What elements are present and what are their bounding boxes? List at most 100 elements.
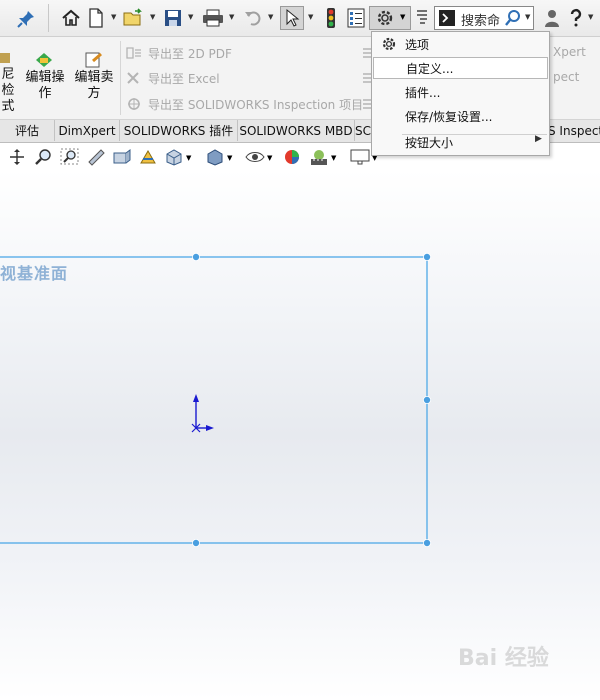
menu-item-label: 保存/恢复设置... bbox=[405, 110, 493, 124]
ribbon-separator bbox=[120, 41, 121, 115]
gear-icon bbox=[382, 37, 396, 51]
save-button[interactable] bbox=[162, 6, 184, 30]
ribbon-label: 编辑卖 bbox=[74, 70, 114, 85]
chevron-down-icon[interactable]: ▼ bbox=[268, 13, 273, 21]
search-scope-icon bbox=[417, 10, 427, 24]
export-excel-item: 导出至 Excel bbox=[148, 72, 220, 86]
rebuild-button[interactable] bbox=[322, 6, 340, 30]
file-properties-button[interactable] bbox=[346, 6, 366, 30]
select-button[interactable] bbox=[280, 6, 304, 30]
print-button[interactable] bbox=[201, 6, 225, 30]
search-scope-button[interactable] bbox=[413, 6, 431, 30]
ribbon-label: 方 bbox=[87, 86, 101, 101]
chevron-down-icon[interactable]: ▼ bbox=[331, 154, 336, 162]
menu-item-label: 自定义... bbox=[406, 62, 454, 76]
chevron-down-icon[interactable]: ▼ bbox=[150, 13, 155, 21]
pan-arrows-icon[interactable] bbox=[8, 148, 26, 170]
plane-handle[interactable] bbox=[191, 538, 200, 547]
options-dropdown-menu: 选项 自定义... 插件... 保存/恢复设置... 按钮大小 ▶ bbox=[371, 31, 550, 156]
chevron-down-icon[interactable]: ▼ bbox=[111, 13, 116, 21]
ribbon-label: 式 bbox=[1, 99, 15, 114]
plane-handle[interactable] bbox=[422, 253, 431, 261]
open-button[interactable] bbox=[122, 6, 146, 30]
export-inspection-item: 导出至 SOLIDWORKS Inspection 项目 bbox=[148, 98, 364, 112]
search-icon[interactable] bbox=[504, 9, 522, 31]
check-tool-button[interactable]: 尼检 式 bbox=[0, 67, 19, 115]
plane-label: 视基准面 bbox=[0, 264, 69, 283]
front-plane-rectangle[interactable] bbox=[0, 250, 440, 550]
export-pdf-icon bbox=[126, 45, 142, 59]
menu-item-save-restore-settings[interactable]: 保存/恢复设置... bbox=[373, 105, 548, 127]
ribbon-label: 尼检 bbox=[1, 67, 15, 98]
chevron-down-icon[interactable]: ▼ bbox=[229, 13, 234, 21]
search-commands-box[interactable]: 搜索命 bbox=[434, 6, 534, 30]
hide-show-items-icon[interactable] bbox=[245, 148, 265, 170]
gear-icon bbox=[377, 10, 393, 26]
plane-handle[interactable] bbox=[422, 538, 431, 547]
menu-item-button-size[interactable]: 按钮大小 ▶ bbox=[373, 131, 548, 153]
chevron-down-icon[interactable]: ▼ bbox=[525, 13, 530, 21]
dimxpert-item: Xpert bbox=[553, 45, 586, 59]
chevron-down-icon[interactable]: ▼ bbox=[186, 154, 191, 162]
new-document-button[interactable] bbox=[86, 6, 106, 30]
inspect-item: pect bbox=[553, 70, 580, 84]
user-account-button[interactable] bbox=[542, 6, 562, 30]
menu-item-addins[interactable]: 插件... bbox=[373, 81, 548, 103]
export-inspection-icon bbox=[126, 96, 142, 110]
tab-solidworks-addins[interactable]: SOLIDWORKS 插件 bbox=[120, 120, 238, 141]
chevron-down-icon[interactable]: ▼ bbox=[267, 154, 272, 162]
section-view-icon[interactable] bbox=[112, 148, 132, 170]
search-input[interactable]: 搜索命 bbox=[461, 10, 500, 29]
submenu-arrow-icon: ▶ bbox=[535, 134, 542, 144]
chevron-down-icon[interactable]: ▼ bbox=[400, 13, 405, 21]
pin-icon[interactable] bbox=[16, 9, 36, 29]
menu-item-options[interactable]: 选项 bbox=[373, 33, 548, 55]
display-style-icon[interactable] bbox=[205, 148, 225, 170]
chevron-down-icon[interactable]: ▼ bbox=[227, 154, 232, 162]
chevron-down-icon[interactable]: ▼ bbox=[308, 13, 313, 21]
view-settings-icon[interactable] bbox=[350, 148, 370, 170]
export-2d-pdf-item: 导出至 2D PDF bbox=[148, 47, 232, 61]
undo-icon bbox=[245, 11, 261, 26]
tab-solidworks-inspection[interactable]: S Inspection bbox=[548, 120, 600, 141]
plane-handle[interactable] bbox=[422, 395, 431, 404]
plane-handle[interactable] bbox=[191, 253, 200, 261]
chevron-down-icon[interactable]: ▼ bbox=[188, 13, 193, 21]
dynamic-annotation-icon[interactable] bbox=[138, 148, 158, 170]
command-prompt-icon bbox=[439, 10, 455, 26]
view-orientation-icon[interactable] bbox=[164, 148, 184, 170]
ribbon-label: 编辑操 bbox=[25, 70, 65, 85]
undo-button[interactable] bbox=[242, 6, 264, 30]
new-document-icon bbox=[89, 8, 103, 28]
home-button[interactable] bbox=[60, 6, 82, 30]
watermark: Bai 经验 bbox=[458, 646, 549, 671]
traffic-light-icon bbox=[327, 8, 335, 28]
zoom-to-area-icon[interactable] bbox=[60, 148, 80, 170]
menu-item-label: 插件... bbox=[405, 86, 441, 100]
help-button[interactable] bbox=[568, 6, 584, 30]
export-excel-icon bbox=[126, 70, 142, 84]
edit-operation-button[interactable]: 编辑操 作 bbox=[22, 70, 68, 102]
menu-item-label: 按钮大小 bbox=[405, 136, 454, 150]
options-button[interactable]: ▼ bbox=[369, 6, 411, 30]
open-folder-icon bbox=[123, 8, 142, 26]
user-icon bbox=[545, 10, 559, 27]
apply-scene-icon[interactable] bbox=[309, 148, 329, 170]
tab-dimxpert[interactable]: DimXpert bbox=[55, 120, 120, 141]
previous-view-icon[interactable] bbox=[86, 148, 106, 170]
cursor-arrow-icon bbox=[286, 8, 300, 27]
properties-list-icon bbox=[347, 8, 365, 28]
edit-appearance-icon[interactable] bbox=[283, 148, 303, 170]
edit-seller-button[interactable]: 编辑卖 方 bbox=[71, 70, 117, 102]
menu-item-label: 选项 bbox=[405, 38, 430, 52]
save-disk-icon bbox=[165, 10, 181, 26]
tab-solidworks-mbd[interactable]: SOLIDWORKS MBD bbox=[238, 120, 355, 141]
home-icon bbox=[62, 9, 80, 26]
toolbar-separator bbox=[48, 4, 49, 32]
chevron-down-icon[interactable]: ▼ bbox=[588, 13, 593, 21]
printer-icon bbox=[203, 9, 223, 27]
ribbon-label: 作 bbox=[38, 86, 52, 101]
zoom-to-fit-icon[interactable] bbox=[34, 148, 54, 170]
tab-evaluate[interactable]: 评估 bbox=[0, 120, 55, 141]
menu-item-customize[interactable]: 自定义... bbox=[373, 57, 548, 79]
